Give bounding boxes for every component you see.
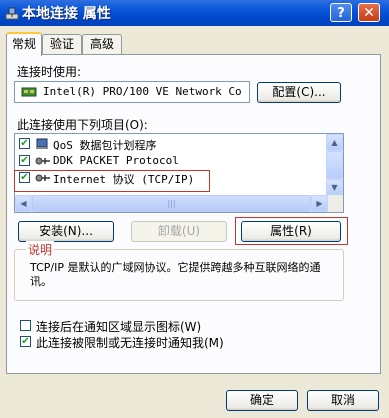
component-label: DDK PACKET Protocol — [53, 154, 179, 167]
tab-advanced[interactable]: 高级 — [82, 34, 122, 54]
scroll-left-icon[interactable]: ◀ — [15, 195, 32, 212]
tab-general[interactable]: 常规 — [6, 32, 42, 56]
scroll-down-icon[interactable]: ▼ — [326, 179, 343, 196]
notify-label: 此连接被限制或无连接时通知我(M) — [36, 336, 224, 350]
show-icon-label: 连接后在通知区域显示图标(W) — [36, 320, 202, 334]
qos-icon — [36, 138, 48, 149]
components-label: 此连接使用下列项目(O): — [17, 118, 148, 132]
install-button[interactable]: 安装(N)... — [18, 221, 114, 242]
show-icon-checkbox[interactable] — [20, 320, 31, 331]
list-item[interactable]: ✔ QoS 数据包计划程序 — [17, 136, 317, 152]
properties-button[interactable]: 属性(R) — [241, 221, 341, 242]
adapter-name: Intel(R) PRO/100 VE Network Co — [43, 85, 242, 98]
notify-checkbox[interactable]: ✔ — [20, 336, 31, 347]
title-bar[interactable]: 本地连接 属性 ? ✕ — [0, 0, 389, 26]
selected-item-highlight — [14, 170, 210, 192]
cancel-button[interactable]: 取消 — [307, 390, 379, 411]
network-adapter-icon — [21, 87, 37, 97]
horizontal-scrollbar[interactable]: ◀ ||| ▶ — [15, 195, 343, 212]
horizontal-scroll-thumb[interactable]: ||| — [32, 195, 311, 212]
ok-button[interactable]: 确定 — [226, 390, 298, 411]
configure-button[interactable]: 配置(C)... — [257, 82, 341, 103]
scroll-right-icon[interactable]: ▶ — [311, 195, 328, 212]
component-checkbox[interactable]: ✔ — [19, 138, 30, 149]
component-label: QoS 数据包计划程序 — [53, 139, 157, 152]
close-button[interactable]: ✕ — [358, 3, 380, 22]
uninstall-button: 卸载(U) — [131, 221, 227, 242]
component-checkbox[interactable]: ✔ — [19, 155, 30, 166]
help-button[interactable]: ? — [330, 3, 352, 22]
scroll-up-icon[interactable]: ▲ — [326, 134, 343, 151]
adapter-field: Intel(R) PRO/100 VE Network Co — [14, 81, 250, 103]
tab-authentication[interactable]: 验证 — [42, 34, 82, 54]
scroll-thumb[interactable] — [326, 151, 343, 179]
network-connection-icon — [5, 7, 19, 20]
protocol-icon — [35, 157, 50, 165]
connect-using-label: 连接时使用: — [17, 65, 82, 79]
vertical-scrollbar[interactable]: ▲ ▼ — [326, 134, 343, 196]
list-item[interactable]: ✔ DDK PACKET Protocol — [17, 153, 317, 169]
description-title: 说明 — [26, 241, 55, 258]
properties-dialog: 本地连接 属性 ? ✕ 常规 验证 高级 连接时使用: Intel(R) PRO… — [0, 0, 389, 418]
description-text: TCP/IP 是默认的广域网协议。它提供跨越多种互联网络的通讯。 — [30, 261, 321, 288]
window-title: 本地连接 属性 — [22, 6, 111, 22]
